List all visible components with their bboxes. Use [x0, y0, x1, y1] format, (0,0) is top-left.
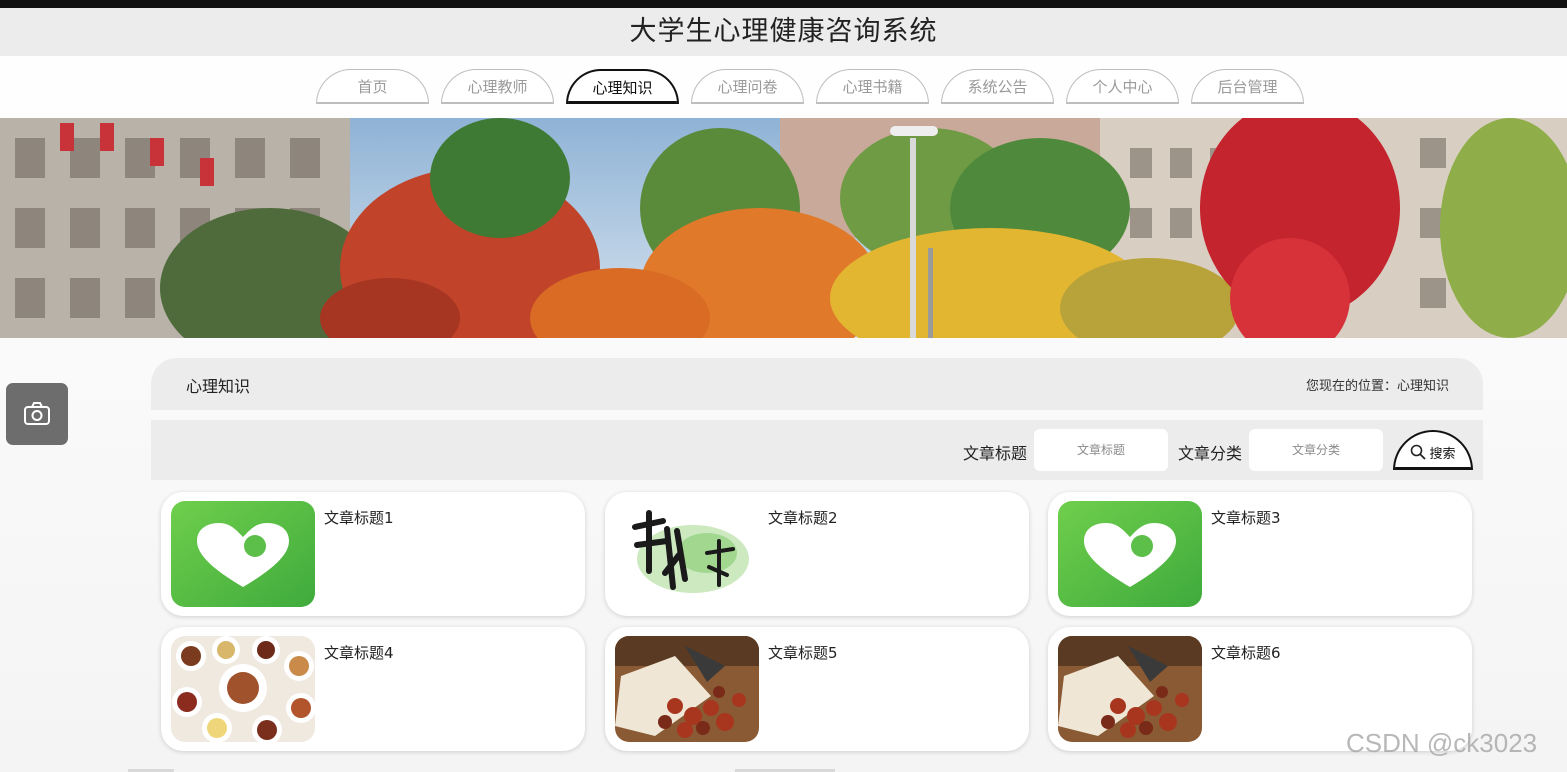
nav-tab-knowledge[interactable]: 心理知识	[566, 69, 679, 104]
nav-tab-home[interactable]: 首页	[316, 69, 429, 104]
article-title[interactable]: 文章标题3	[1211, 507, 1281, 528]
search-button[interactable]: 搜索	[1393, 430, 1473, 470]
page-title: 心理知识	[186, 377, 251, 396]
article-title-label: 文章标题	[963, 444, 1028, 463]
article-thumbnail	[1058, 636, 1202, 742]
nav-tab-admin[interactable]: 后台管理	[1191, 69, 1304, 104]
banner-image	[0, 118, 1567, 338]
article-card[interactable]: 文章标题1	[161, 492, 585, 616]
article-title-input[interactable]	[1034, 429, 1168, 471]
nav-tab-teachers[interactable]: 心理教师	[441, 69, 554, 104]
main-nav: 首页 心理教师 心理知识 心理问卷 心理书籍 系统公告 个人中心 后台管理	[316, 69, 1316, 104]
search-icon	[1411, 444, 1427, 460]
nav-tab-profile[interactable]: 个人中心	[1066, 69, 1179, 104]
site-title: 大学生心理健康咨询系统	[629, 16, 938, 47]
nav-tab-announcements[interactable]: 系统公告	[941, 69, 1054, 104]
article-card[interactable]: 文章标题5	[605, 627, 1029, 751]
article-title[interactable]: 文章标题2	[768, 507, 838, 528]
article-card[interactable]: 文章标题4	[161, 627, 585, 751]
article-card[interactable]: 文章标题2	[605, 492, 1029, 616]
nav-tab-questionnaire[interactable]: 心理问卷	[691, 69, 804, 104]
search-bar: 文章标题 文章分类 搜索	[151, 420, 1483, 480]
search-button-label: 搜索	[1429, 446, 1456, 462]
breadcrumb: 心理知识 您现在的位置：心理知识	[151, 358, 1483, 410]
article-title[interactable]: 文章标题1	[324, 507, 394, 528]
article-thumbnail	[615, 501, 759, 607]
article-title[interactable]: 文章标题6	[1211, 642, 1281, 663]
article-thumbnail	[171, 636, 315, 742]
article-thumbnail	[171, 501, 315, 607]
article-title[interactable]: 文章标题4	[324, 642, 394, 663]
breadcrumb-location: 您现在的位置：心理知识	[1305, 379, 1449, 394]
top-border	[0, 0, 1567, 8]
camera-button[interactable]	[6, 383, 68, 445]
article-title[interactable]: 文章标题5	[768, 642, 838, 663]
camera-icon	[24, 402, 50, 425]
article-category-label: 文章分类	[1178, 444, 1243, 463]
watermark: CSDN @ck3023	[1346, 728, 1538, 758]
article-category-input[interactable]	[1249, 429, 1383, 471]
article-thumbnail	[615, 636, 759, 742]
nav-tab-books[interactable]: 心理书籍	[816, 69, 929, 104]
article-card[interactable]: 文章标题3	[1048, 492, 1472, 616]
article-thumbnail	[1058, 501, 1202, 607]
